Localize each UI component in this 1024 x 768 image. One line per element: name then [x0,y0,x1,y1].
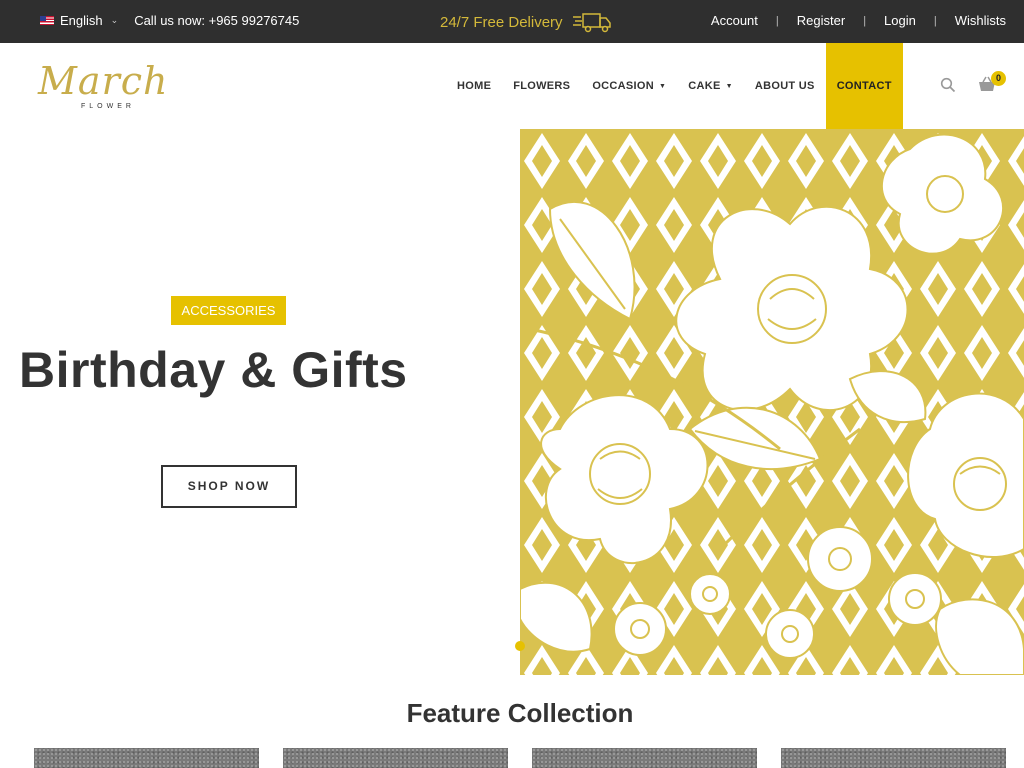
nav-cake[interactable]: CAKE ▼ [677,43,744,129]
caret-down-icon: ▼ [725,82,733,90]
main-header: March FLOWER HOME FLOWERS OCCASION ▼ CAKE… [0,43,1024,129]
product-card[interactable] [34,748,259,768]
cart-button[interactable]: 0 [977,71,1007,97]
logo[interactable]: March FLOWER [34,59,184,116]
language-selector[interactable]: English [60,13,103,28]
divider: | [863,14,867,27]
nav-flowers[interactable]: FLOWERS [502,43,581,129]
cart-count-badge: 0 [991,71,1006,86]
divider: | [775,14,779,27]
slider-dot[interactable] [515,641,525,651]
product-card[interactable] [781,748,1006,768]
hero-text-panel: ACCESSORIES Birthday & Gifts SHOP NOW [0,129,520,675]
caret-down-icon: ▼ [659,82,667,90]
nav-label: CAKE [688,80,721,92]
delivery-text: 24/7 Free Delivery [440,13,563,31]
search-icon [940,77,956,93]
product-card[interactable] [532,748,757,768]
truck-icon [572,13,611,33]
nav-label: CONTACT [836,80,892,92]
feature-collection-title: Feature Collection [406,698,634,728]
top-bar-left: English ⌄ Call us now: +965 99276745 [40,13,299,28]
nav-label: HOME [457,80,492,92]
nav-label: ABOUT US [754,80,815,92]
logo-subtitle: FLOWER [81,103,135,110]
hero-image [520,129,1024,675]
floral-pattern-image [520,129,1024,675]
top-bar: English ⌄ Call us now: +965 99276745 24/… [0,0,1024,43]
nav-contact[interactable]: CONTACT [825,43,903,129]
nav-home[interactable]: HOME [446,43,502,129]
nav-occasion[interactable]: OCCASION ▼ [581,43,677,129]
login-link[interactable]: Login [884,13,916,28]
search-button[interactable] [940,77,956,93]
divider: | [933,14,937,27]
nav-label: OCCASION [592,80,654,92]
chevron-down-icon[interactable]: ⌄ [111,15,119,26]
account-link[interactable]: Account [711,13,758,28]
logo-script: March [38,59,169,103]
delivery-banner: 24/7 Free Delivery [440,11,613,33]
hero-title: Birthday & Gifts [19,342,408,398]
nav-label: FLOWERS [513,80,571,92]
product-card[interactable] [283,748,508,768]
shop-now-button[interactable]: SHOP NOW [161,465,297,508]
main-nav: HOME FLOWERS OCCASION ▼ CAKE ▼ ABOUT US CO… [446,43,903,129]
wishlists-link[interactable]: Wishlists [955,13,1006,28]
nav-about-us[interactable]: ABOUT US [744,43,826,129]
account-links: Account | Register | Login | Wishlists [711,13,1006,28]
category-tag[interactable]: ACCESSORIES [171,296,286,325]
register-link[interactable]: Register [797,13,845,28]
flag-icon[interactable] [40,16,54,25]
feature-cards [34,748,1006,768]
call-us-text: Call us now: +965 99276745 [134,13,300,28]
